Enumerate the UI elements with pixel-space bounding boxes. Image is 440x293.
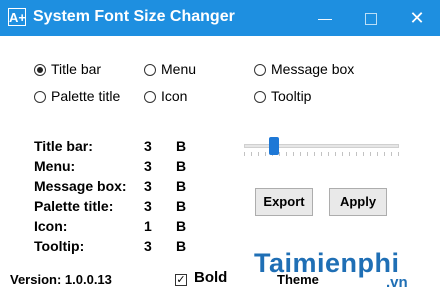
watermark-logo: Taimienphi	[254, 248, 400, 278]
app-icon: A+	[8, 8, 26, 26]
title-bar[interactable]: A+ System Font Size Changer — ✕	[0, 0, 440, 36]
version-label: Version: 1.0.0.13	[10, 272, 112, 287]
radio-tooltip[interactable]: Tooltip	[254, 88, 311, 104]
radio-icon-option[interactable]: Icon	[144, 88, 187, 104]
bold-label: Bold	[194, 269, 228, 286]
setting-unit: B	[176, 198, 187, 214]
slider-thumb[interactable]	[269, 137, 279, 155]
maximize-icon	[365, 13, 377, 26]
setting-unit: B	[176, 138, 187, 154]
radio-label: Tooltip	[271, 88, 312, 104]
setting-label: Menu:	[34, 158, 76, 174]
setting-value: 1	[144, 218, 152, 234]
minimize-icon: —	[318, 10, 332, 26]
setting-value: 3	[144, 138, 152, 154]
radio-label: Message box	[271, 61, 355, 77]
radio-palette-title[interactable]: Palette title	[34, 88, 120, 104]
apply-button[interactable]: Apply	[329, 188, 387, 216]
setting-unit: B	[176, 238, 187, 254]
setting-unit: B	[176, 158, 187, 174]
setting-value: 3	[144, 158, 152, 174]
radio-label: Menu	[161, 61, 197, 77]
close-icon: ✕	[409, 8, 425, 28]
setting-unit: B	[176, 178, 187, 194]
radio-menu[interactable]: Menu	[144, 61, 196, 77]
radio-title-bar[interactable]: Title bar	[34, 61, 101, 77]
window-title: System Font Size Changer	[33, 8, 235, 25]
slider-ticks	[244, 152, 399, 156]
maximize-button[interactable]	[348, 0, 394, 36]
close-button[interactable]: ✕	[394, 0, 440, 36]
radio-label: Title bar	[51, 61, 102, 77]
minimize-button[interactable]: —	[302, 0, 348, 36]
radio-icon	[144, 91, 156, 103]
export-button[interactable]: Export	[255, 188, 313, 216]
radio-icon	[144, 64, 156, 76]
bold-checkbox[interactable]: ✓ Bold	[175, 269, 227, 286]
radio-icon	[254, 91, 266, 103]
setting-label: Message box:	[34, 178, 127, 194]
setting-value: 3	[144, 198, 152, 214]
setting-label: Palette title:	[34, 198, 114, 214]
checkbox-check-icon: ✓	[175, 274, 187, 286]
watermark-suffix: .vn	[386, 274, 408, 291]
font-size-slider[interactable]	[244, 136, 399, 158]
slider-track[interactable]	[244, 144, 399, 148]
setting-value: 3	[144, 178, 152, 194]
radio-icon	[34, 91, 46, 103]
setting-label: Tooltip:	[34, 238, 85, 254]
radio-icon	[254, 64, 266, 76]
radio-label: Icon	[161, 88, 188, 104]
radio-label: Palette title	[51, 88, 121, 104]
setting-value: 3	[144, 238, 152, 254]
radio-message-box[interactable]: Message box	[254, 61, 354, 77]
setting-unit: B	[176, 218, 187, 234]
setting-label: Icon:	[34, 218, 68, 234]
setting-label: Title bar:	[34, 138, 93, 154]
radio-selected-icon	[34, 64, 46, 76]
